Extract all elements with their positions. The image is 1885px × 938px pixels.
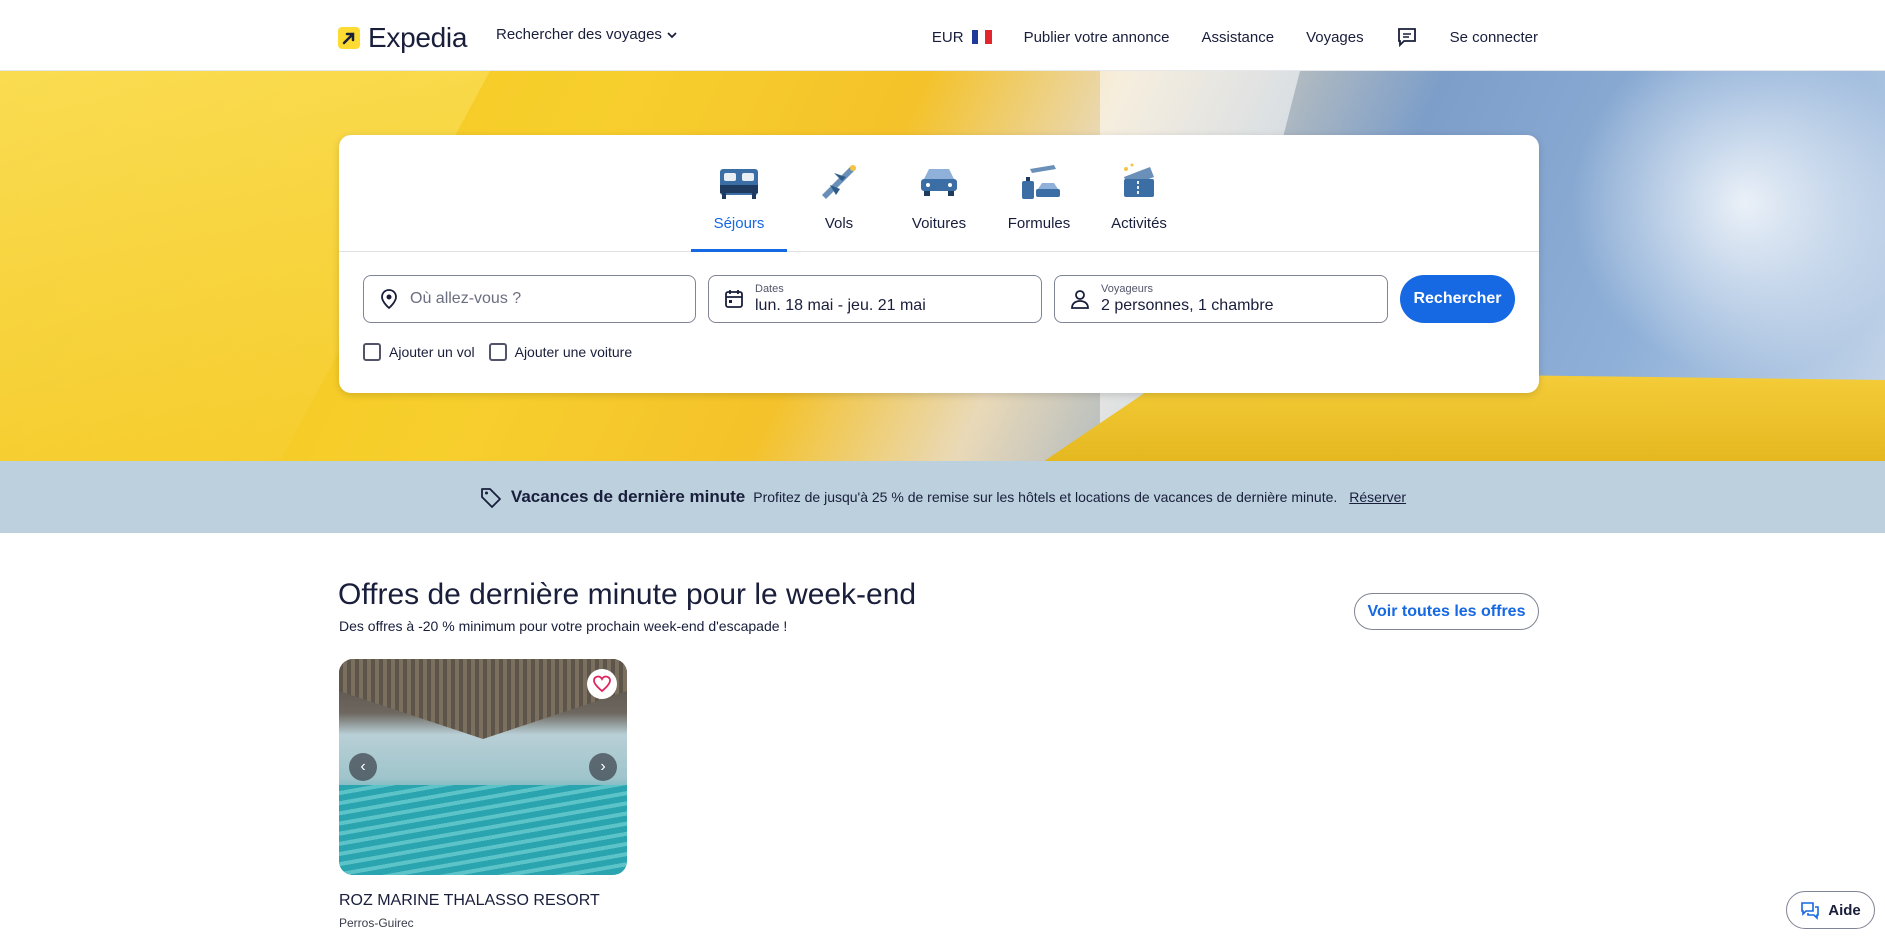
add-car-checkbox[interactable]: Ajouter une voiture (488, 343, 633, 361)
sign-in-link[interactable]: Se connecter (1450, 29, 1538, 46)
tab-activities[interactable]: Activités (1089, 135, 1189, 251)
tab-cars[interactable]: Voitures (889, 135, 989, 251)
hotel-image-carousel[interactable]: ‹ › (339, 659, 627, 875)
dates-field[interactable]: Dates lun. 18 mai - jeu. 21 mai (708, 275, 1042, 323)
promo-text: Profitez de jusqu'à 25 % de remise sur l… (753, 489, 1338, 505)
tab-label: Séjours (713, 215, 765, 232)
checkbox-box[interactable] (363, 343, 381, 361)
travelers-label: Voyageurs (1101, 283, 1153, 295)
dates-label: Dates (755, 283, 784, 295)
dates-value: lun. 18 mai - jeu. 21 mai (755, 297, 926, 314)
chat-icon[interactable] (1396, 26, 1418, 48)
favorite-heart-button[interactable] (587, 669, 617, 699)
tab-label: Voitures (911, 215, 967, 232)
destination-placeholder: Où allez-vous ? (410, 290, 522, 307)
france-flag-icon (971, 30, 992, 44)
destination-input[interactable]: Où allez-vous ? (363, 275, 696, 323)
chevron-right-icon: › (600, 758, 606, 775)
product-tabs: Séjours Vols Voitures Formules Activités (339, 135, 1539, 252)
location-pin-icon (381, 289, 397, 310)
currency-selector[interactable]: EUR (932, 29, 992, 46)
search-trips-menu[interactable]: Rechercher des voyages (496, 26, 678, 43)
expedia-logo-mark (338, 27, 360, 49)
tab-label: Formules (1007, 215, 1071, 232)
search-card: Séjours Vols Voitures Formules Activités… (339, 135, 1539, 393)
tag-icon (481, 488, 501, 508)
top-header: Expedia Rechercher des voyages EUR Publi… (0, 0, 1885, 71)
previous-image-button[interactable]: ‹ (349, 753, 377, 781)
person-icon (1071, 290, 1089, 309)
travelers-value: 2 personnes, 1 chambre (1101, 297, 1274, 314)
ticket-icon (1124, 163, 1154, 197)
car-icon (921, 169, 957, 196)
publish-listing-link[interactable]: Publier votre annonce (1024, 29, 1170, 46)
tab-label: Vols (824, 215, 854, 232)
help-label: Aide (1828, 901, 1861, 919)
bed-icon (720, 169, 758, 199)
support-link[interactable]: Assistance (1202, 29, 1275, 46)
travelers-field[interactable]: Voyageurs 2 personnes, 1 chambre (1054, 275, 1388, 323)
checkbox-box[interactable] (488, 343, 507, 361)
calendar-icon (725, 290, 743, 308)
next-image-button[interactable]: › (589, 753, 617, 781)
hotel-city: Perros-Guirec (339, 916, 414, 930)
promo-book-link[interactable]: Réserver (1349, 489, 1406, 505)
tab-label: Activités (1111, 215, 1167, 232)
help-button[interactable]: Aide (1786, 891, 1875, 929)
plane-icon (822, 165, 856, 199)
promo-banner: Vacances de dernière minute Profitez de … (0, 461, 1885, 533)
tab-flights[interactable]: Vols (789, 135, 889, 251)
chevron-down-icon (667, 31, 677, 38)
hotel-name[interactable]: ROZ MARINE THALASSO RESORT (339, 892, 600, 910)
see-all-offers-button[interactable]: Voir toutes les offres (1354, 593, 1539, 630)
offers-heading: Offres de dernière minute pour le week-e… (338, 578, 917, 611)
promo-title: Vacances de dernière minute (510, 487, 746, 506)
search-button[interactable]: Rechercher (1400, 275, 1515, 323)
tab-stays[interactable]: Séjours (689, 135, 789, 252)
chevron-left-icon: ‹ (360, 758, 366, 775)
package-icon (1022, 165, 1060, 199)
chat-bubbles-icon (1801, 902, 1820, 920)
logo-text: Expedia (368, 22, 468, 53)
expedia-logo[interactable]: Expedia (338, 22, 467, 54)
add-flight-checkbox[interactable]: Ajouter un vol (363, 343, 475, 361)
search-trips-label: Rechercher des voyages (496, 26, 662, 43)
currency-label: EUR (931, 28, 964, 46)
add-car-label: Ajouter une voiture (514, 344, 633, 360)
tab-packages[interactable]: Formules (989, 135, 1089, 251)
trips-link[interactable]: Voyages (1306, 29, 1364, 46)
offers-subtitle: Des offres à -20 % minimum pour votre pr… (339, 618, 788, 634)
add-flight-label: Ajouter un vol (389, 344, 475, 360)
heart-icon (593, 675, 611, 693)
